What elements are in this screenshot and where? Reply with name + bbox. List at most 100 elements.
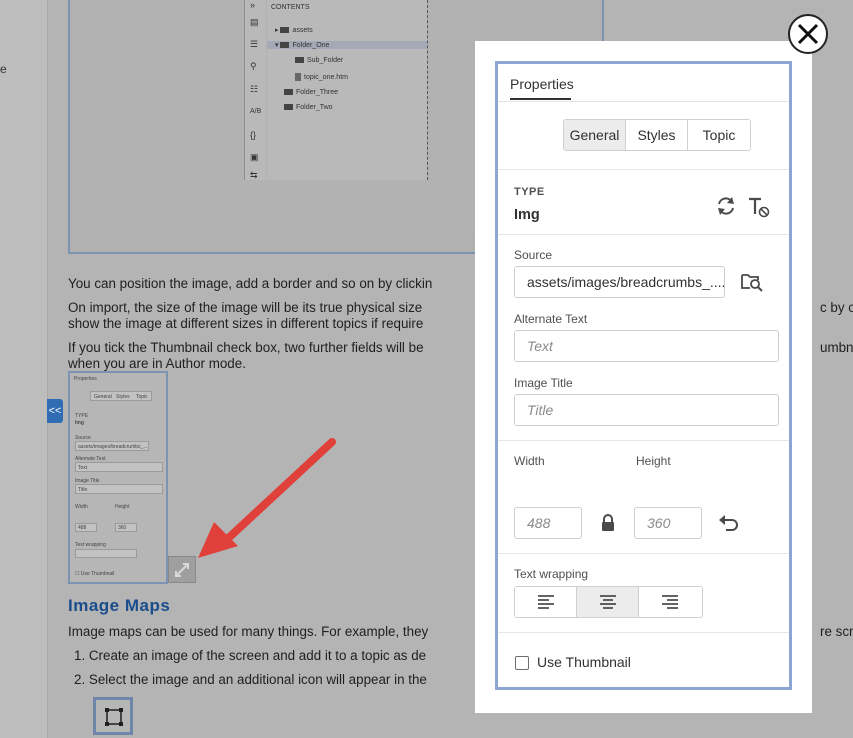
toolbar-glyph: ☰: [250, 39, 259, 49]
thumb-text: 360: [118, 525, 127, 531]
height-placeholder: 360: [647, 515, 671, 531]
doc-paragraph: show the image at different sizes in dif…: [68, 316, 424, 331]
list-item: 1. Create an image of the screen and add…: [74, 648, 427, 663]
alt-text-label: Alternate Text: [514, 312, 588, 326]
toolbar-glyph: {}: [250, 130, 257, 140]
list-item: 2. Select the image and an additional ic…: [74, 672, 427, 687]
type-label: TYPE: [514, 186, 545, 198]
thumb-input: [75, 462, 163, 472]
use-thumbnail-label[interactable]: Use Thumbnail: [537, 654, 631, 670]
screenshot-toolbar: » ▤ ☰ ⚲ ☷ A/B {} ▣ ⇆: [244, 0, 266, 180]
doc-paragraph: On import, the size of the image will be…: [68, 300, 423, 315]
properties-header: Properties: [498, 64, 789, 102]
source-label: Source: [514, 248, 553, 262]
clear-format-icon[interactable]: [747, 195, 771, 219]
section-heading: Image Maps: [68, 596, 171, 615]
wrap-align-right-button[interactable]: [639, 587, 702, 617]
wrap-align-center-button[interactable]: [577, 587, 639, 617]
contents-title: CONTENTS: [271, 4, 310, 11]
thumb-text: Text: [78, 465, 88, 471]
image-title-placeholder: Title: [527, 402, 554, 418]
doc-paragraph: when you are in Author mode.: [68, 356, 246, 371]
active-tab-underline: [510, 98, 571, 100]
toolbar-glyph: »: [250, 0, 256, 10]
thumb-wrap-group: [75, 549, 137, 558]
reset-size-icon[interactable]: [718, 514, 740, 532]
properties-panel: Properties General Styles Topic TYPE Img…: [495, 61, 792, 690]
thumb-text: Title: [78, 487, 88, 493]
alt-text-input[interactable]: Text: [514, 330, 779, 362]
source-input[interactable]: assets/images/breadcrumbs_....: [514, 266, 725, 298]
text-wrapping-label: Text wrapping: [514, 567, 589, 581]
tab-styles[interactable]: Styles: [626, 120, 688, 150]
refresh-icon[interactable]: [715, 195, 737, 217]
browse-file-icon[interactable]: [741, 272, 763, 292]
toolbar-glyph: ⇆: [250, 170, 258, 180]
close-modal-button[interactable]: [788, 14, 828, 54]
tree-item: ▸ assets: [275, 27, 313, 34]
thumb-text: Text wrapping: [75, 542, 106, 548]
properties-tab-label[interactable]: Properties: [510, 76, 574, 92]
width-placeholder: 488: [527, 515, 551, 531]
toolbar-glyph: A/B: [250, 108, 262, 115]
wrap-align-left-button[interactable]: [515, 587, 577, 617]
divider: [498, 169, 789, 170]
lock-aspect-icon[interactable]: [600, 514, 616, 532]
doc-paragraph: You can position the image, add a border…: [68, 276, 433, 291]
doc-paragraph: If you tick the Thumbnail check box, two…: [68, 340, 424, 355]
align-left-icon: [538, 595, 554, 609]
thumb-text: Styles: [116, 394, 130, 400]
thumb-input: [75, 484, 163, 494]
tree-item: Folder_Three: [284, 89, 338, 96]
image-title-label: Image Title: [514, 376, 573, 390]
image-map-icon-button[interactable]: [93, 697, 133, 735]
align-right-icon: [662, 595, 678, 609]
thumb-text: Width: [75, 504, 88, 510]
divider: [498, 234, 789, 235]
left-nav-strip: e: [0, 0, 48, 738]
thumb-text: Topic: [136, 394, 148, 400]
left-edge-text: e: [0, 62, 7, 76]
doc-paragraph: Image maps can be used for many things. …: [68, 624, 429, 639]
thumb-text: ☐ Use Thumbnail: [75, 571, 115, 577]
properties-tabs: General Styles Topic: [563, 119, 751, 151]
collapse-sidebar-button[interactable]: <<: [47, 399, 63, 423]
thumb-text: assets/images/breadcrumbs_...: [78, 444, 148, 450]
thumb-text: Img: [75, 420, 84, 426]
contents-tree-panel: CONTENTS ▸ assets ▾ Folder_One Sub_Folde…: [267, 0, 427, 180]
toolbar-glyph: ⚲: [250, 61, 257, 71]
toolbar-glyph: ▣: [250, 152, 259, 162]
height-input[interactable]: 360: [634, 507, 702, 539]
tree-item: Folder_Two: [284, 104, 333, 111]
width-input[interactable]: 488: [514, 507, 582, 539]
image-title-input[interactable]: Title: [514, 394, 779, 426]
thumb-text: General: [94, 394, 112, 400]
toolbar-glyph: ☷: [250, 84, 259, 94]
doc-paragraph-right: c by ch: [820, 300, 853, 315]
divider: [498, 632, 789, 633]
properties-thumbnail-image: Properties General Styles Topic TYPE Img…: [68, 371, 168, 584]
crop-icon: [105, 708, 123, 726]
text-wrapping-group: [514, 586, 703, 618]
tree-item: topic_one.htm: [295, 73, 348, 81]
thumb-text: Height: [115, 504, 130, 510]
tab-general[interactable]: General: [564, 120, 626, 150]
divider: [498, 553, 789, 554]
close-icon: [797, 23, 819, 45]
width-label: Width: [514, 454, 545, 468]
tree-item: Sub_Folder: [295, 57, 343, 64]
height-label: Height: [636, 454, 671, 468]
red-arrow-annotation: [198, 438, 336, 558]
tree-item-selected: ▾ Folder_One: [267, 41, 427, 49]
tab-topic[interactable]: Topic: [688, 120, 750, 150]
thumb-text: 488: [78, 525, 87, 531]
thumb-text: Properties: [74, 376, 97, 382]
alt-text-placeholder: Text: [527, 338, 553, 354]
divider: [498, 440, 789, 441]
toolbar-glyph: ▤: [250, 17, 259, 27]
type-value: Img: [514, 207, 540, 223]
align-center-icon: [600, 595, 616, 609]
thumb-text: TYPE: [75, 413, 89, 419]
doc-paragraph-right: umbn: [820, 340, 853, 355]
use-thumbnail-checkbox[interactable]: [515, 656, 529, 670]
